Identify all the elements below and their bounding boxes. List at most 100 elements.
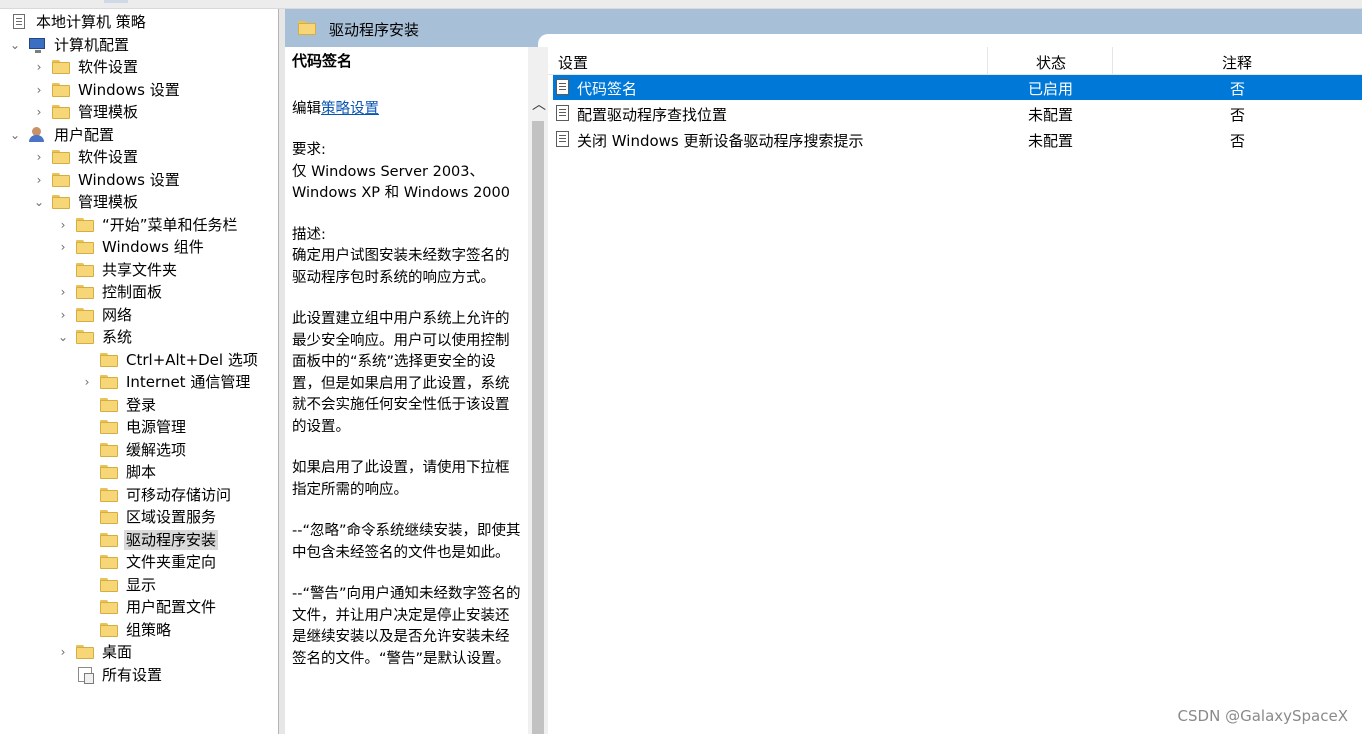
tree-item[interactable]: › 控制面板 [56,281,164,303]
tree-item-label: 本地计算机 策略 [36,13,146,31]
folder-icon [100,419,118,435]
tree-item[interactable]: › Windows 设置 [32,169,182,191]
tree-item[interactable]: ⌄ 用户配置 [8,124,116,146]
folder-icon [100,442,118,458]
tree-item[interactable]: 驱动程序安装 [80,529,219,551]
tree-item[interactable]: 组策略 [80,619,173,641]
tree-item-label: 驱动程序安装 [124,529,219,550]
tree-item[interactable]: ⌄ 系统 [56,326,134,348]
collapsed-chevron-icon[interactable]: › [56,285,70,299]
tree-item[interactable]: 缓解选项 [80,439,188,461]
collapsed-chevron-icon[interactable]: › [56,645,70,659]
policy-icon [10,14,28,30]
folder-icon [100,352,118,368]
folder-icon [76,239,94,255]
tree-item[interactable]: Ctrl+Alt+Del 选项 [80,349,260,371]
tree-item-label: 计算机配置 [54,35,130,54]
tree-item[interactable]: ⌄ 计算机配置 [8,34,131,56]
folder-icon [76,329,94,345]
expanded-chevron-icon[interactable]: ⌄ [8,38,22,52]
edit-policy-line: 编辑策略设置 [292,99,522,121]
tree-item[interactable]: 本地计算机 策略 [4,11,148,33]
policy-tree: 本地计算机 策略 ⌄ 计算机配置 › 软件设置 › Windows 设置 › 管理模板 ⌄ 用户配置… [0,9,278,734]
collapsed-chevron-icon[interactable]: › [32,150,46,164]
tree-item[interactable]: 区域设置服务 [80,506,218,528]
tree-item-label: 显示 [126,575,157,594]
tree-item-label: 管理模板 [78,103,139,121]
tree-item[interactable]: 所有设置 [56,664,164,686]
tree-item-label: 软件设置 [78,148,139,166]
column-divider[interactable] [987,47,988,74]
tree-item-label: 可移动存储访问 [126,485,232,504]
tree-item-label: Windows 设置 [78,170,180,189]
folder-icon [76,644,94,660]
folder-icon [100,397,118,413]
tree-item[interactable]: › 软件设置 [32,56,140,78]
computer-icon [28,37,46,53]
tree-item[interactable]: 脚本 [80,461,158,483]
folder-icon [100,554,118,570]
tree-item[interactable]: 文件夹重定向 [80,551,218,573]
collapsed-chevron-icon[interactable]: › [32,173,46,187]
setting-name: 配置驱动程序查找位置 [577,106,728,124]
tree-item-label: 网络 [102,305,133,324]
setting-row[interactable]: 配置驱动程序查找位置 未配置 否 [553,101,1362,126]
tree-splitter[interactable] [278,9,285,734]
tree-item-label: 所有设置 [102,665,163,684]
tree-item-label: 区域设置服务 [126,508,217,526]
tree-item-label: Ctrl+Alt+Del 选项 [126,350,258,369]
folder-icon [52,82,70,98]
tree-item[interactable]: › 桌面 [56,641,134,663]
folder-icon [298,21,316,35]
collapsed-chevron-icon[interactable]: › [56,308,70,322]
expanded-chevron-icon[interactable]: ⌄ [56,330,70,344]
tree-item[interactable]: 登录 [80,394,158,416]
expanded-chevron-icon[interactable]: ⌄ [32,195,46,209]
tree-item-label: “开始”菜单和任务栏 [102,215,238,234]
setting-state: 未配置 [1028,132,1074,150]
category-title: 驱动程序安装 [329,21,420,39]
expanded-chevron-icon[interactable]: ⌄ [8,128,22,142]
description-paragraph-3: --“忽略”命令系统继续安装，即使其中包含未经签名的文件也是如此。 [292,523,521,561]
tree-item[interactable]: › 软件设置 [32,146,140,168]
tree-item-label: 管理模板 [78,193,139,211]
requirements-text: 仅 Windows Server 2003、Windows XP 和 Windo… [292,163,510,202]
setting-note: 否 [1230,80,1246,98]
column-header-state[interactable]: 状态 [1036,52,1066,73]
folder-icon [100,599,118,615]
tree-item[interactable]: › Windows 组件 [56,236,206,258]
tree-item[interactable]: › Internet 通信管理 [80,371,252,393]
description-pane: 代码签名 编辑策略设置 要求: 仅 Windows Server 2003、Win… [285,47,528,734]
collapsed-chevron-icon[interactable]: › [32,60,46,74]
folder-icon [52,172,70,188]
column-divider[interactable] [1112,47,1113,74]
tree-item[interactable]: 电源管理 [80,416,188,438]
folder-icon [52,149,70,165]
tree-item[interactable]: › Windows 设置 [32,79,182,101]
description: 描述: 确定用户试图安装未经数字签名的驱动程序包时系统的响应方式。 [292,225,522,290]
column-header-note[interactable]: 注释 [1222,52,1252,73]
setting-row[interactable]: 代码签名 已启用 否 [553,75,1362,100]
list-pane-corner [538,34,1362,48]
collapsed-chevron-icon[interactable]: › [80,375,94,389]
column-header-setting[interactable]: 设置 [558,52,588,73]
description-title: 代码签名 [292,52,353,70]
description-scrollbar[interactable]: ︿ [528,47,548,734]
tree-item[interactable]: ⌄ 管理模板 [32,191,140,213]
policy-settings-link[interactable]: 策略设置 [321,101,379,117]
scrollbar-thumb[interactable] [532,121,544,734]
tree-item[interactable]: › 网络 [56,304,134,326]
tree-item[interactable]: › “开始”菜单和任务栏 [56,214,240,236]
collapsed-chevron-icon[interactable]: › [56,240,70,254]
tree-item[interactable]: › 管理模板 [32,101,140,123]
tree-item[interactable]: 共享文件夹 [56,259,179,281]
tree-item[interactable]: 可移动存储访问 [80,484,233,506]
tree-item[interactable]: 显示 [80,574,158,596]
scroll-up-icon[interactable]: ︿ [532,94,546,114]
collapsed-chevron-icon[interactable]: › [32,83,46,97]
collapsed-chevron-icon[interactable]: › [32,105,46,119]
folder-icon [100,622,118,638]
collapsed-chevron-icon[interactable]: › [56,218,70,232]
setting-row[interactable]: 关闭 Windows 更新设备驱动程序搜索提示 未配置 否 [553,127,1362,152]
tree-item[interactable]: 用户配置文件 [80,596,218,618]
